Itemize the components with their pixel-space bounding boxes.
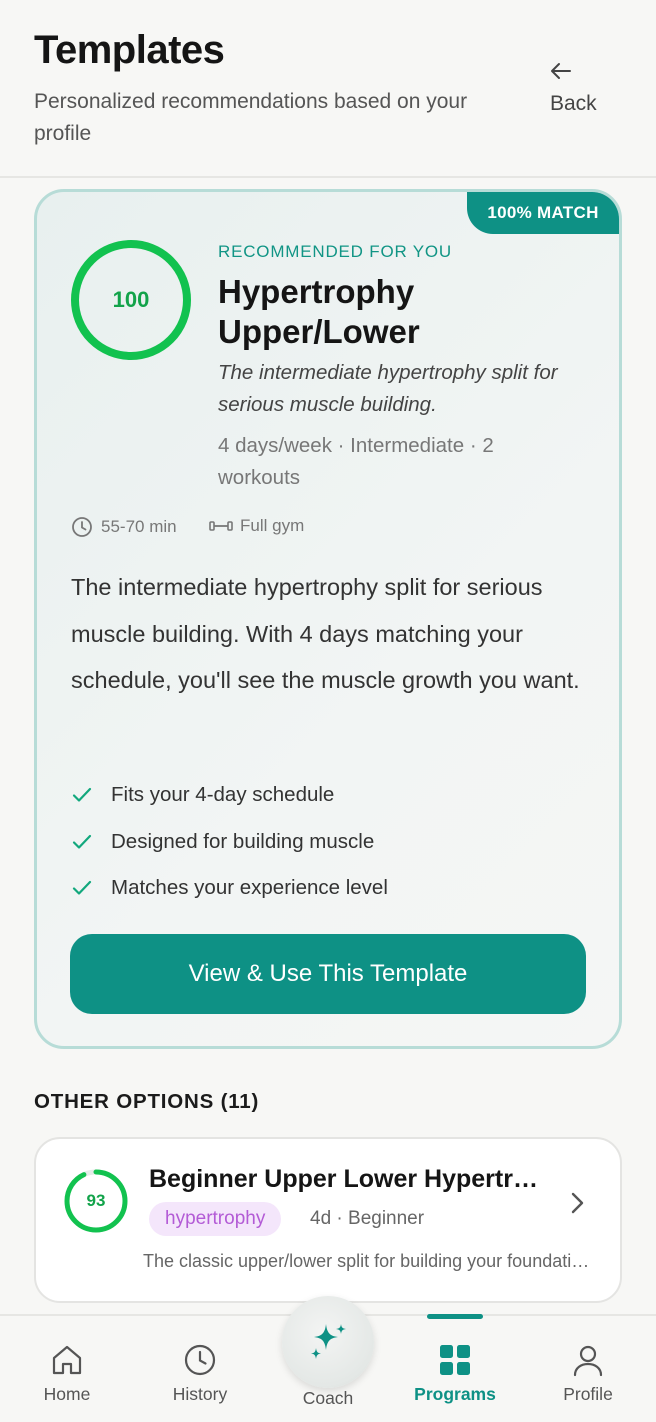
template-name: Beginner Upper Lower Hypertrophy bbox=[149, 1165, 549, 1193]
match-score: 93 bbox=[86, 1191, 106, 1210]
check-icon bbox=[72, 881, 92, 895]
equipment-text: Full gym bbox=[240, 516, 305, 535]
arrow-left-icon bbox=[551, 63, 571, 79]
view-use-template-button[interactable]: View & Use This Template bbox=[70, 934, 586, 1014]
recommended-label: RECOMMENDED FOR YOU bbox=[218, 242, 453, 261]
clock-icon bbox=[184, 1344, 216, 1376]
nav-history[interactable]: History bbox=[155, 1316, 245, 1422]
check-icon bbox=[72, 834, 92, 849]
category-tag: hypertrophy bbox=[149, 1202, 282, 1236]
nav-label: Home bbox=[43, 1384, 91, 1404]
template-name: Hypertrophy Upper/Lower bbox=[218, 273, 420, 350]
template-meta: 4 days/week · Intermediate · 2 workouts bbox=[218, 434, 494, 489]
template-tagline: The intermediate hypertrophy split for s… bbox=[218, 361, 558, 416]
nav-label: Profile bbox=[563, 1384, 613, 1404]
duration-text: 55-70 min bbox=[101, 517, 177, 536]
back-label: Back bbox=[550, 92, 597, 115]
match-badge: 100% MATCH bbox=[467, 192, 619, 234]
page-subtitle: Personalized recommendations based on yo… bbox=[34, 90, 468, 145]
check-icon bbox=[72, 788, 92, 802]
template-description: The classic upper/lower split for buildi… bbox=[143, 1251, 591, 1271]
chevron-right-icon bbox=[571, 1192, 584, 1214]
nav-coach[interactable] bbox=[282, 1296, 374, 1388]
nav-label: Programs bbox=[414, 1384, 496, 1404]
page-header: Templates Personalized recommendations b… bbox=[0, 0, 656, 178]
sparkle-icon bbox=[311, 1324, 346, 1359]
nav-profile[interactable]: Profile bbox=[543, 1316, 633, 1422]
recommended-template-card[interactable]: 100% MATCH 100 RECOMMENDED FOR YOU Hyper… bbox=[34, 189, 622, 1049]
benefit-item: Matches your experience level bbox=[71, 865, 571, 912]
back-button[interactable]: Back bbox=[548, 58, 618, 122]
benefit-text: Matches your experience level bbox=[111, 876, 388, 900]
person-icon bbox=[573, 1345, 603, 1377]
grid-icon bbox=[440, 1345, 470, 1375]
match-score: 100 bbox=[112, 287, 150, 312]
equipment-info: Full gym bbox=[209, 516, 304, 536]
benefit-item: Fits your 4-day schedule bbox=[71, 772, 571, 819]
template-option-card[interactable]: 93 Beginner Upper Lower Hypertrophy hype… bbox=[34, 1137, 622, 1303]
benefit-text: Designed for building muscle bbox=[111, 829, 375, 853]
nav-home[interactable]: Home bbox=[22, 1316, 112, 1422]
benefit-item: Designed for building muscle bbox=[71, 819, 571, 866]
template-description: The intermediate hypertrophy split for s… bbox=[71, 574, 580, 693]
home-icon bbox=[52, 1345, 82, 1375]
benefits-list: Fits your 4-day schedule Designed for bu… bbox=[71, 772, 571, 912]
benefit-text: Fits your 4-day schedule bbox=[111, 783, 335, 807]
nav-label: History bbox=[172, 1384, 228, 1404]
nav-label: Coach bbox=[302, 1388, 354, 1408]
nav-programs[interactable]: Programs bbox=[410, 1316, 500, 1422]
duration-info: 55-70 min bbox=[71, 516, 177, 538]
other-options-heading: OTHER OPTIONS (11) bbox=[34, 1090, 260, 1113]
clock-icon bbox=[72, 517, 92, 537]
dumbbell-icon bbox=[209, 521, 233, 531]
template-meta: 4d · Beginner bbox=[310, 1208, 425, 1229]
page-title: Templates bbox=[34, 28, 225, 72]
